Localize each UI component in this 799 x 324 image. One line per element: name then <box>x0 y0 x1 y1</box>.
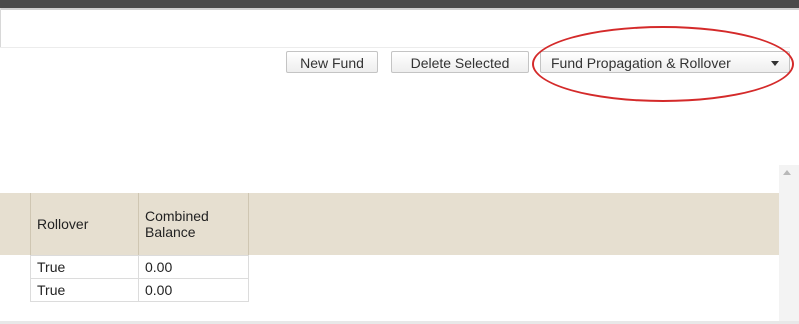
table-cell-rollover: True <box>30 279 139 301</box>
window-top-border <box>0 0 799 8</box>
column-header-rollover[interactable]: Rollover <box>30 193 139 255</box>
fund-toolbar: New Fund Delete Selected Fund Propagatio… <box>0 51 799 75</box>
fund-propagation-rollover-button[interactable]: Fund Propagation & Rollover <box>540 51 790 73</box>
window-top-shade <box>0 8 799 10</box>
table-cell-rollover: True <box>30 256 139 278</box>
chevron-down-icon <box>771 61 779 66</box>
table-cell-combined-balance: 0.00 <box>139 279 249 301</box>
vertical-scrollbar[interactable] <box>779 165 799 324</box>
left-divider <box>0 8 1 48</box>
column-header-label: Combined Balance <box>145 208 209 240</box>
arrow-up-icon[interactable] <box>783 170 791 175</box>
table-cell-combined-balance: 0.00 <box>139 256 249 278</box>
column-header-combined-balance[interactable]: Combined Balance <box>139 193 249 255</box>
fund-propagation-rollover-label: Fund Propagation & Rollover <box>551 55 731 71</box>
toolbar-divider <box>0 47 790 48</box>
column-header-label: Rollover <box>37 216 89 232</box>
new-fund-button[interactable]: New Fund <box>286 51 378 73</box>
row-divider <box>30 301 249 302</box>
delete-selected-button[interactable]: Delete Selected <box>391 51 529 73</box>
